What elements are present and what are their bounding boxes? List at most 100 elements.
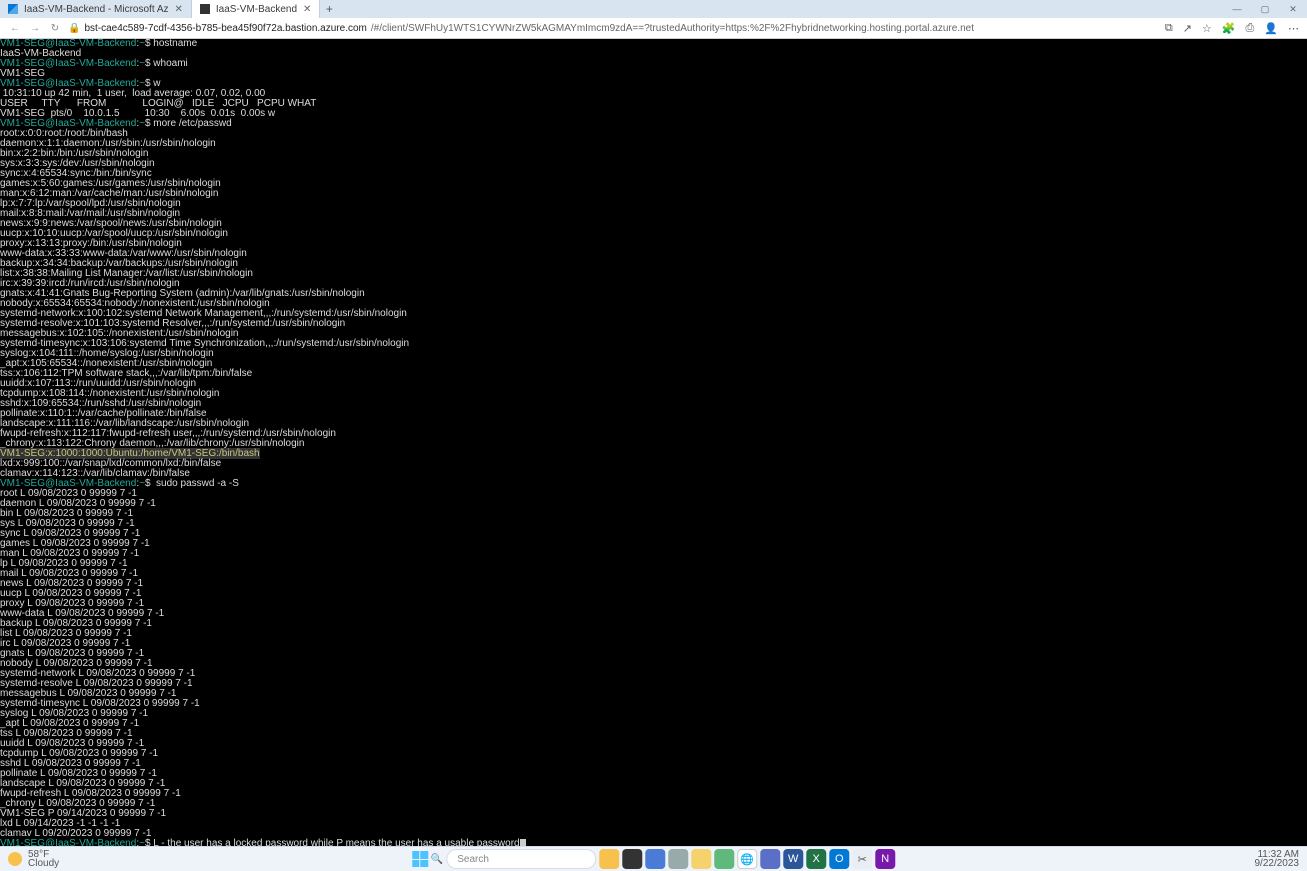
taskbar-app-13[interactable]: N [875,849,895,869]
terminal-line: VM1-SEG [0,69,1307,79]
terminal-line: tcpdump L 09/08/2023 0 99999 7 -1 [0,749,1307,759]
terminal-line: VM1-SEG@IaaS-VM-Backend:~$ L - the user … [0,839,1307,846]
tab-host: IaaS-VM-Backend - Microsoft Az✕IaaS-VM-B… [0,0,320,18]
extension-icons: ⧉ ↗ ☆ 🧩 ⎙ 👤 ⋯ [1165,22,1299,35]
terminal-line: systemd-network L 09/08/2023 0 99999 7 -… [0,669,1307,679]
weather-cond: Cloudy [28,859,59,868]
terminal-line: lxd:x:999:100::/var/snap/lxd/common/lxd:… [0,459,1307,469]
browser-tab[interactable]: IaaS-VM-Backend ✕ [192,0,321,18]
terminal-icon [200,4,210,14]
terminal-cursor [520,839,526,846]
terminal-line: VM1-SEG@IaaS-VM-Backend:~$ sudo passwd -… [0,479,1307,489]
new-tab-button[interactable]: + [320,0,338,18]
terminal-line: news L 09/08/2023 0 99999 7 -1 [0,579,1307,589]
azure-icon [8,4,18,14]
nav-reload-button[interactable]: ↻ [48,23,62,34]
toolbar-icon[interactable]: 👤 [1264,22,1278,35]
window-close-button[interactable]: ✕ [1279,0,1307,18]
terminal-line: IaaS-VM-Backend [0,49,1307,59]
terminal-line: systemd-timesync L 09/08/2023 0 99999 7 … [0,699,1307,709]
terminal-line: sync L 09/08/2023 0 99999 7 -1 [0,529,1307,539]
toolbar-icon[interactable]: 🧩 [1222,22,1236,35]
taskbar-app-9[interactable]: W [783,849,803,869]
toolbar-icon[interactable]: ↗ [1183,22,1192,35]
nav-back-button[interactable]: ← [8,23,22,34]
search-icon: 🔍 [431,854,443,865]
weather-widget[interactable]: 58°F Cloudy [8,850,59,868]
windows-taskbar: 58°F Cloudy 🔍 Search 🌐 W X O ✂ N 11:32 A… [0,846,1307,871]
tab-title: IaaS-VM-Backend - Microsoft Az [24,4,169,15]
terminal-line: uuidd L 09/08/2023 0 99999 7 -1 [0,739,1307,749]
terminal-line: proxy L 09/08/2023 0 99999 7 -1 [0,599,1307,609]
terminal-line: syslog L 09/08/2023 0 99999 7 -1 [0,709,1307,719]
terminal-line: lp L 09/08/2023 0 99999 7 -1 [0,559,1307,569]
terminal-line: VM1-SEG@IaaS-VM-Backend:~$ hostname [0,39,1307,49]
weather-icon [8,852,22,866]
window-minimize-button[interactable]: — [1223,0,1251,18]
toolbar-icon[interactable]: ⧉ [1165,22,1173,35]
terminal-line: bin L 09/08/2023 0 99999 7 -1 [0,509,1307,519]
terminal-line: sys:x:3:3:sys:/dev:/usr/sbin/nologin [0,159,1307,169]
terminal-line: mail L 09/08/2023 0 99999 7 -1 [0,569,1307,579]
terminal-line: bin:x:2:2:bin:/bin:/usr/sbin/nologin [0,149,1307,159]
terminal-line: daemon:x:1:1:daemon:/usr/sbin:/usr/sbin/… [0,139,1307,149]
search-placeholder: Search [457,854,489,865]
taskbar-app-2[interactable] [622,849,642,869]
taskbar-app-12[interactable]: ✂ [852,849,872,869]
terminal-line: list:x:38:38:Mailing List Manager:/var/l… [0,269,1307,279]
terminal-line: nobody L 09/08/2023 0 99999 7 -1 [0,659,1307,669]
terminal-line: pollinate L 09/08/2023 0 99999 7 -1 [0,769,1307,779]
terminal-line: VM1-SEG P 09/14/2023 0 99999 7 -1 [0,809,1307,819]
tab-close-button[interactable]: ✕ [303,4,311,15]
terminal-line: daemon L 09/08/2023 0 99999 7 -1 [0,499,1307,509]
terminal-line: systemd-resolve L 09/08/2023 0 99999 7 -… [0,679,1307,689]
taskbar-app-8[interactable] [760,849,780,869]
window-maximize-button[interactable]: ▢ [1251,0,1279,18]
taskbar-app-1[interactable] [599,849,619,869]
tab-close-button[interactable]: ✕ [175,4,183,15]
taskbar-app-6[interactable] [714,849,734,869]
terminal-line: www-data L 09/08/2023 0 99999 7 -1 [0,609,1307,619]
window-controls: — ▢ ✕ [1223,0,1307,18]
terminal-line: uucp:x:10:10:uucp:/var/spool/uucp:/usr/s… [0,229,1307,239]
terminal-line: list L 09/08/2023 0 99999 7 -1 [0,629,1307,639]
taskbar-app-3[interactable] [645,849,665,869]
terminal-line: tss L 09/08/2023 0 99999 7 -1 [0,729,1307,739]
lock-icon: 🔒 [68,23,80,34]
toolbar-icon[interactable]: ☆ [1202,22,1212,35]
browser-tab[interactable]: IaaS-VM-Backend - Microsoft Az ✕ [0,0,192,18]
terminal-line: uucp L 09/08/2023 0 99999 7 -1 [0,589,1307,599]
start-button[interactable] [412,851,428,867]
taskbar-app-7[interactable]: 🌐 [737,849,757,869]
terminal-line: man L 09/08/2023 0 99999 7 -1 [0,549,1307,559]
terminal-line: _apt L 09/08/2023 0 99999 7 -1 [0,719,1307,729]
nav-forward-button[interactable]: → [28,23,42,34]
taskbar-app-10[interactable]: X [806,849,826,869]
terminal-line: VM1-SEG@IaaS-VM-Backend:~$ more /etc/pas… [0,119,1307,129]
url-box[interactable]: 🔒 bst-cae4c589-7cdf-4356-b785-bea45f90f7… [68,23,1159,34]
taskbar-app-11[interactable]: O [829,849,849,869]
terminal-line: games L 09/08/2023 0 99999 7 -1 [0,539,1307,549]
url-host: bst-cae4c589-7cdf-4356-b785-bea45f90f72a… [84,23,366,34]
terminal-line: sys L 09/08/2023 0 99999 7 -1 [0,519,1307,529]
address-bar: ← → ↻ 🔒 bst-cae4c589-7cdf-4356-b785-bea4… [0,18,1307,39]
browser-tab-strip: IaaS-VM-Backend - Microsoft Az✕IaaS-VM-B… [0,0,1307,18]
terminal-line: irc L 09/08/2023 0 99999 7 -1 [0,639,1307,649]
terminal-line: _chrony L 09/08/2023 0 99999 7 -1 [0,799,1307,809]
toolbar-icon[interactable]: ⎙ [1245,22,1254,35]
terminal-line: root L 09/08/2023 0 99999 7 -1 [0,489,1307,499]
taskbar-app-5[interactable] [691,849,711,869]
toolbar-icon[interactable]: ⋯ [1288,22,1299,35]
taskbar-center: 🔍 Search 🌐 W X O ✂ N [412,849,895,869]
terminal-line: man:x:6:12:man:/var/cache/man:/usr/sbin/… [0,189,1307,199]
system-clock[interactable]: 11:32 AM 9/22/2023 [1255,850,1300,868]
terminal-line: landscape L 09/08/2023 0 99999 7 -1 [0,779,1307,789]
terminal-line: fwupd-refresh L 09/08/2023 0 99999 7 -1 [0,789,1307,799]
terminal-line: VM1-SEG@IaaS-VM-Backend:~$ whoami [0,59,1307,69]
tab-title: IaaS-VM-Backend [216,4,297,15]
taskbar-app-4[interactable] [668,849,688,869]
url-rest: /#/client/SWFhUy1WTS1CYWNrZW5kAGMAYmImcm… [371,23,974,34]
taskbar-search[interactable]: Search [446,849,596,869]
bastion-terminal[interactable]: VM1-SEG@IaaS-VM-Backend:~$ hostnameIaaS-… [0,39,1307,846]
terminal-line: sshd L 09/08/2023 0 99999 7 -1 [0,759,1307,769]
